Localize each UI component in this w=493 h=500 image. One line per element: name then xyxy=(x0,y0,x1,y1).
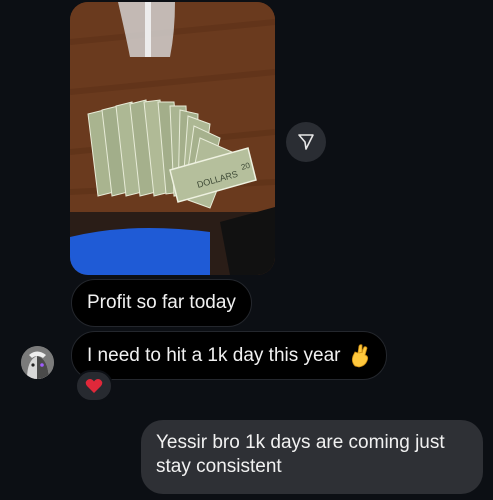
sender-avatar[interactable] xyxy=(21,346,54,379)
share-button[interactable] xyxy=(286,122,326,162)
red-heart-icon xyxy=(85,379,103,393)
incoming-message-bubble[interactable]: Profit so far today xyxy=(71,279,252,327)
outgoing-message-bubble[interactable]: Yessir bro 1k days are coming just stay … xyxy=(141,420,483,494)
photo-message[interactable]: DOLLARS 20 xyxy=(70,2,275,275)
crossed-fingers-icon xyxy=(349,343,371,368)
message-text: Profit so far today xyxy=(87,292,236,313)
incoming-message-bubble[interactable]: I need to hit a 1k day this year xyxy=(71,331,387,380)
message-text: Yessir bro 1k days are coming just stay … xyxy=(156,432,445,477)
avatar-image xyxy=(21,346,54,379)
heart-reaction[interactable] xyxy=(75,370,113,402)
cash-photo: DOLLARS 20 xyxy=(70,2,275,275)
chat-thread: DOLLARS 20 Profit so far today I need to… xyxy=(0,0,493,500)
message-text: I need to hit a 1k day this year xyxy=(87,344,341,366)
send-arrow-icon xyxy=(298,134,314,150)
